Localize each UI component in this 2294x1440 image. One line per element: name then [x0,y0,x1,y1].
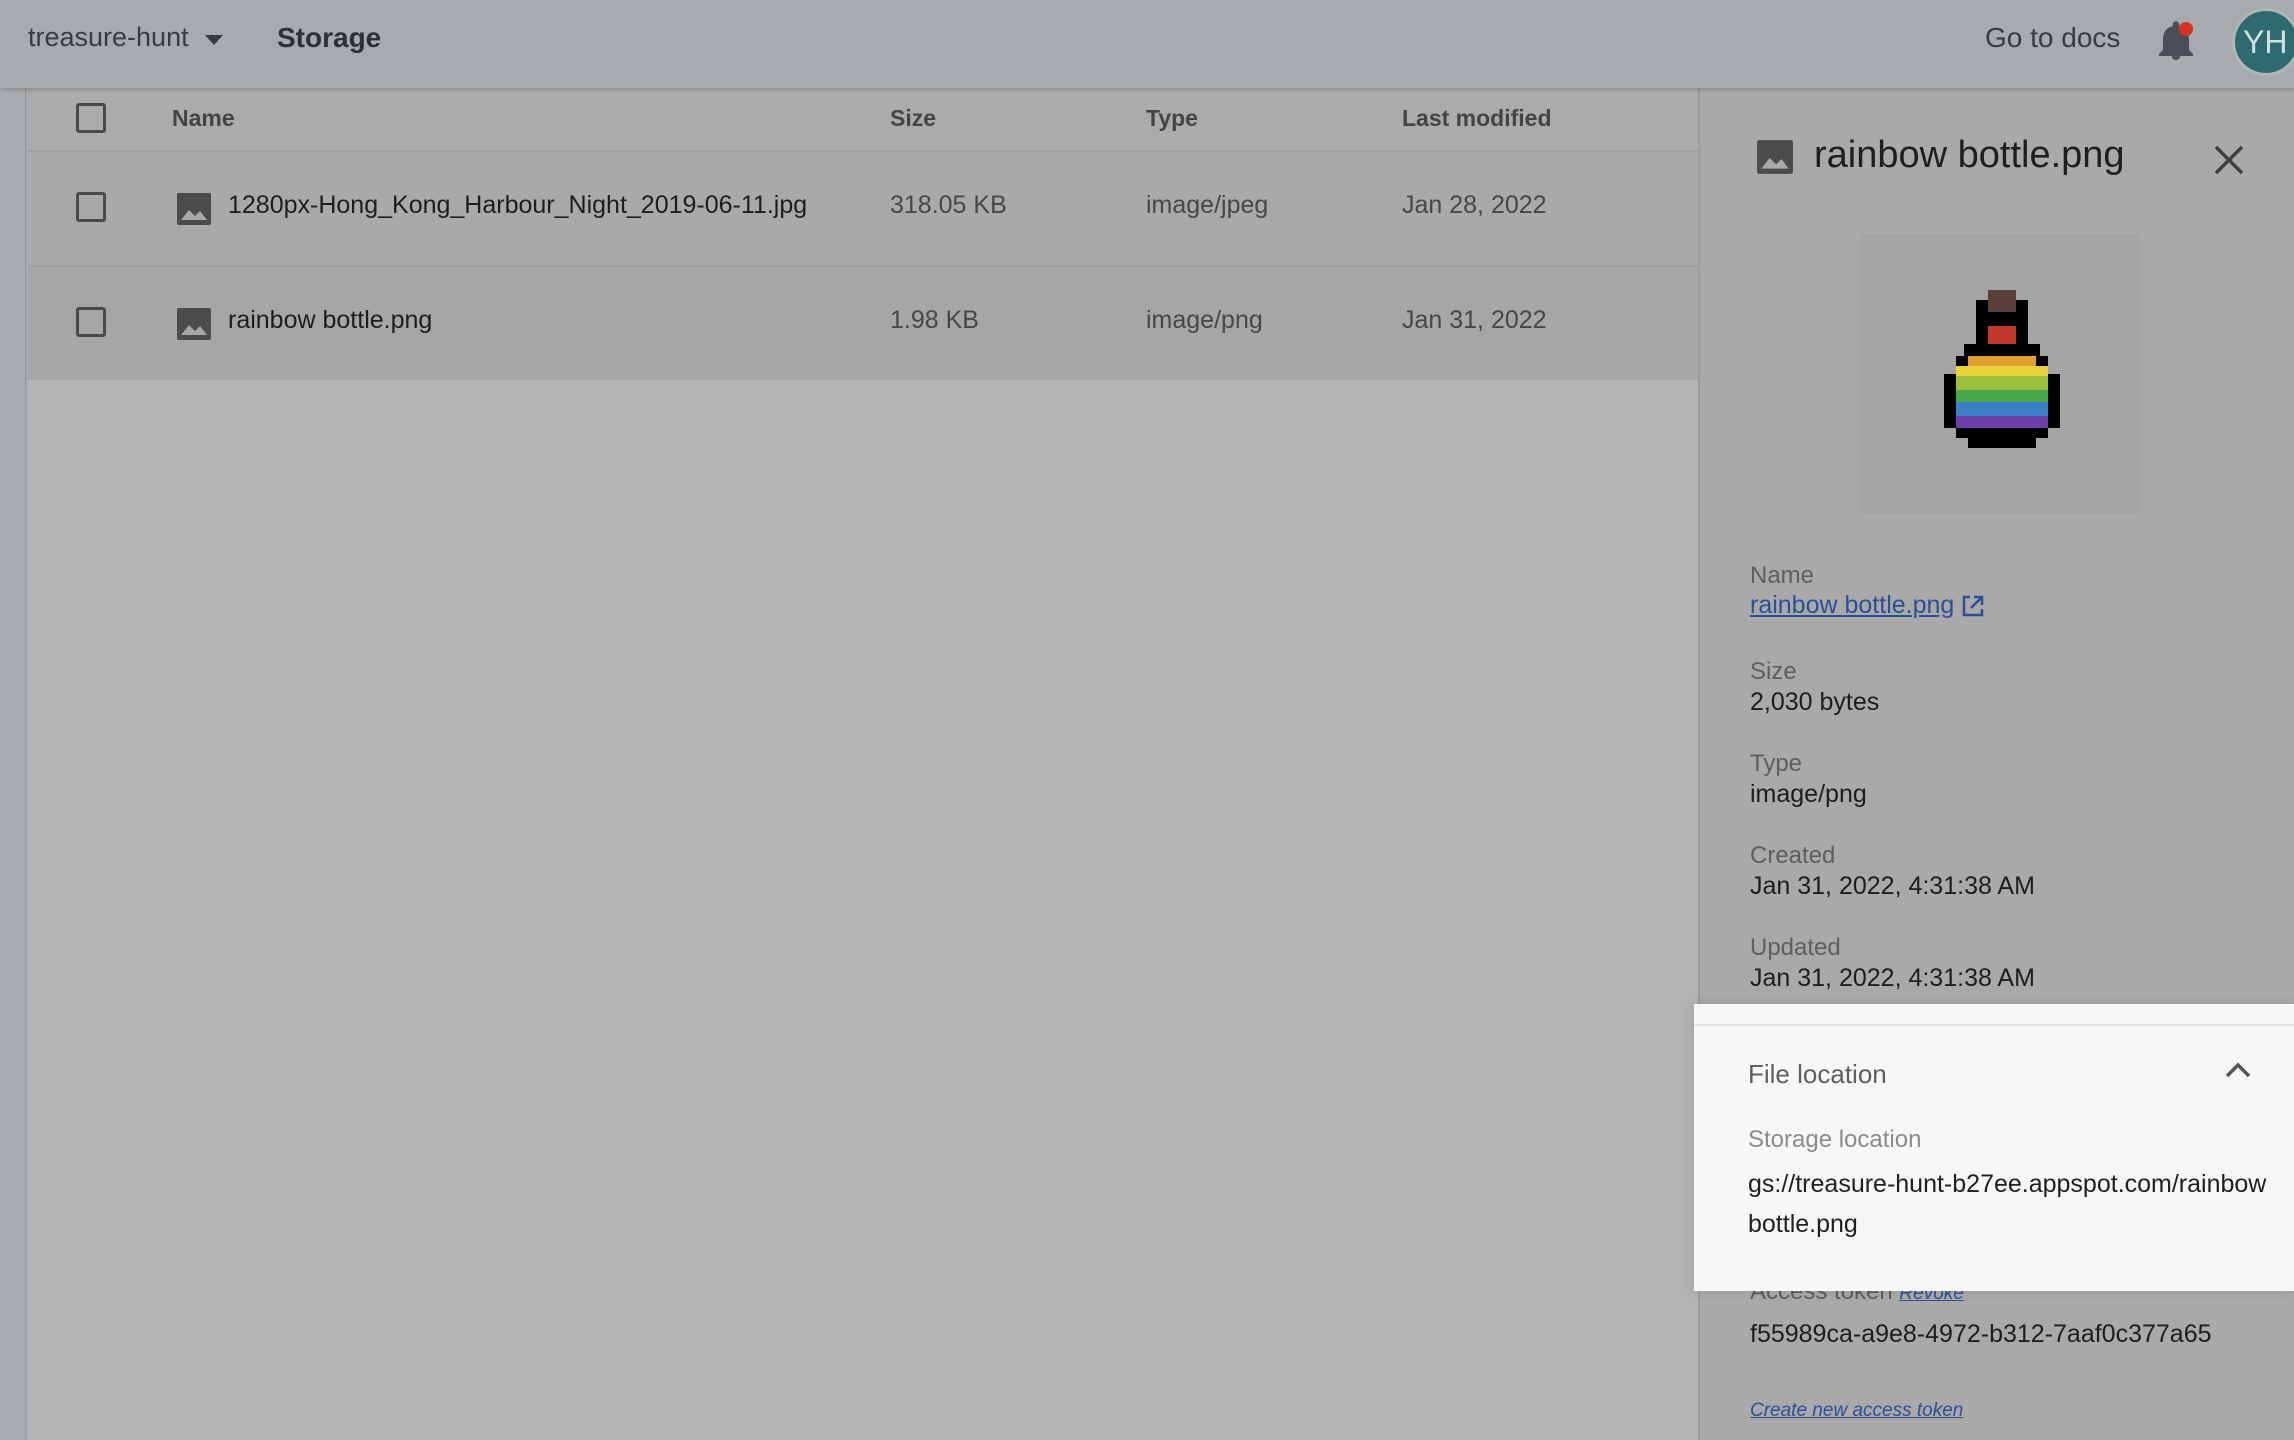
image-file-icon [177,308,211,340]
create-access-token-row: Create new access token [1750,1394,1963,1423]
image-preview [1860,234,2140,514]
updated-label: Updated [1750,934,1841,961]
file-name-link[interactable]: rainbow bottle.png [1750,591,1954,619]
table-row[interactable]: 1280px-Hong_Kong_Harbour_Night_2019-06-1… [28,152,1698,267]
panel-title: rainbow bottle.png [1814,134,2125,176]
table-header: Name Size Type Last modified [28,88,1698,152]
created-value: Jan 31, 2022, 4:31:38 AM [1750,872,2035,900]
file-location-title[interactable]: File location [1748,1059,1887,1090]
left-edge [0,88,27,1440]
chevron-up-icon[interactable] [2224,1060,2252,1080]
row-checkbox[interactable] [76,307,106,337]
file-modified: Jan 28, 2022 [1402,191,1547,219]
breadcrumb-storage: Storage [277,22,382,53]
select-all-checkbox[interactable] [76,103,106,133]
size-label: Size [1750,658,1797,685]
file-name: 1280px-Hong_Kong_Harbour_Night_2019-06-1… [228,191,808,219]
file-list-area: Name Size Type Last modified 1280px-Hong… [0,88,1698,1440]
file-size: 318.05 KB [890,191,1007,219]
type-label: Type [1750,750,1803,777]
column-header-type[interactable]: Type [1146,105,1198,132]
dropdown-caret-icon [204,34,223,45]
go-to-docs-link[interactable]: Go to docs [1985,22,2120,54]
column-header-last-modified[interactable]: Last modified [1402,105,1552,132]
table-row[interactable]: rainbow bottle.png 1.98 KB image/png Jan… [28,267,1698,380]
file-table: Name Size Type Last modified 1280px-Hong… [28,88,1698,380]
file-type: image/png [1146,306,1263,334]
close-icon[interactable] [2212,143,2246,177]
file-location-section: File location Storage location gs://trea… [1694,1004,2294,1291]
storage-location-value: gs://treasure-hunt-b27ee.appspot.com/rai… [1748,1170,2267,1238]
rainbow-bottle-image [1944,290,2060,448]
file-type: image/jpeg [1146,191,1269,219]
access-token-value: f55989ca-a9e8-4972-b312-7aaf0c377a65 [1750,1320,2212,1348]
notifications-bell-icon[interactable] [2156,20,2196,64]
type-value: image/png [1750,780,1867,808]
storage-location-label: Storage location [1748,1126,1922,1153]
open-in-new-icon[interactable] [1960,593,1986,619]
section-divider [1694,1024,2294,1026]
file-size: 1.98 KB [890,306,979,334]
name-label: Name [1750,562,1815,589]
updated-value: Jan 31, 2022, 4:31:38 AM [1750,964,2035,992]
created-label: Created [1750,842,1836,869]
project-selector[interactable]: treasure-hunt [28,22,223,53]
size-value: 2,030 bytes [1750,688,1880,716]
file-modified: Jan 31, 2022 [1402,306,1547,334]
image-file-icon [1757,140,1793,174]
column-header-name[interactable]: Name [172,105,235,132]
image-file-icon [177,193,211,225]
name-value: rainbow bottle.png [1750,591,1986,620]
top-bar: treasure-hunt Storage Go to docs YH [0,0,2294,88]
column-header-size[interactable]: Size [890,105,936,132]
project-name: treasure-hunt [28,22,189,52]
create-access-token-link[interactable]: Create new access token [1750,1400,1963,1421]
row-checkbox[interactable] [76,192,106,222]
file-name: rainbow bottle.png [228,306,433,334]
user-avatar[interactable]: YH [2232,8,2294,76]
